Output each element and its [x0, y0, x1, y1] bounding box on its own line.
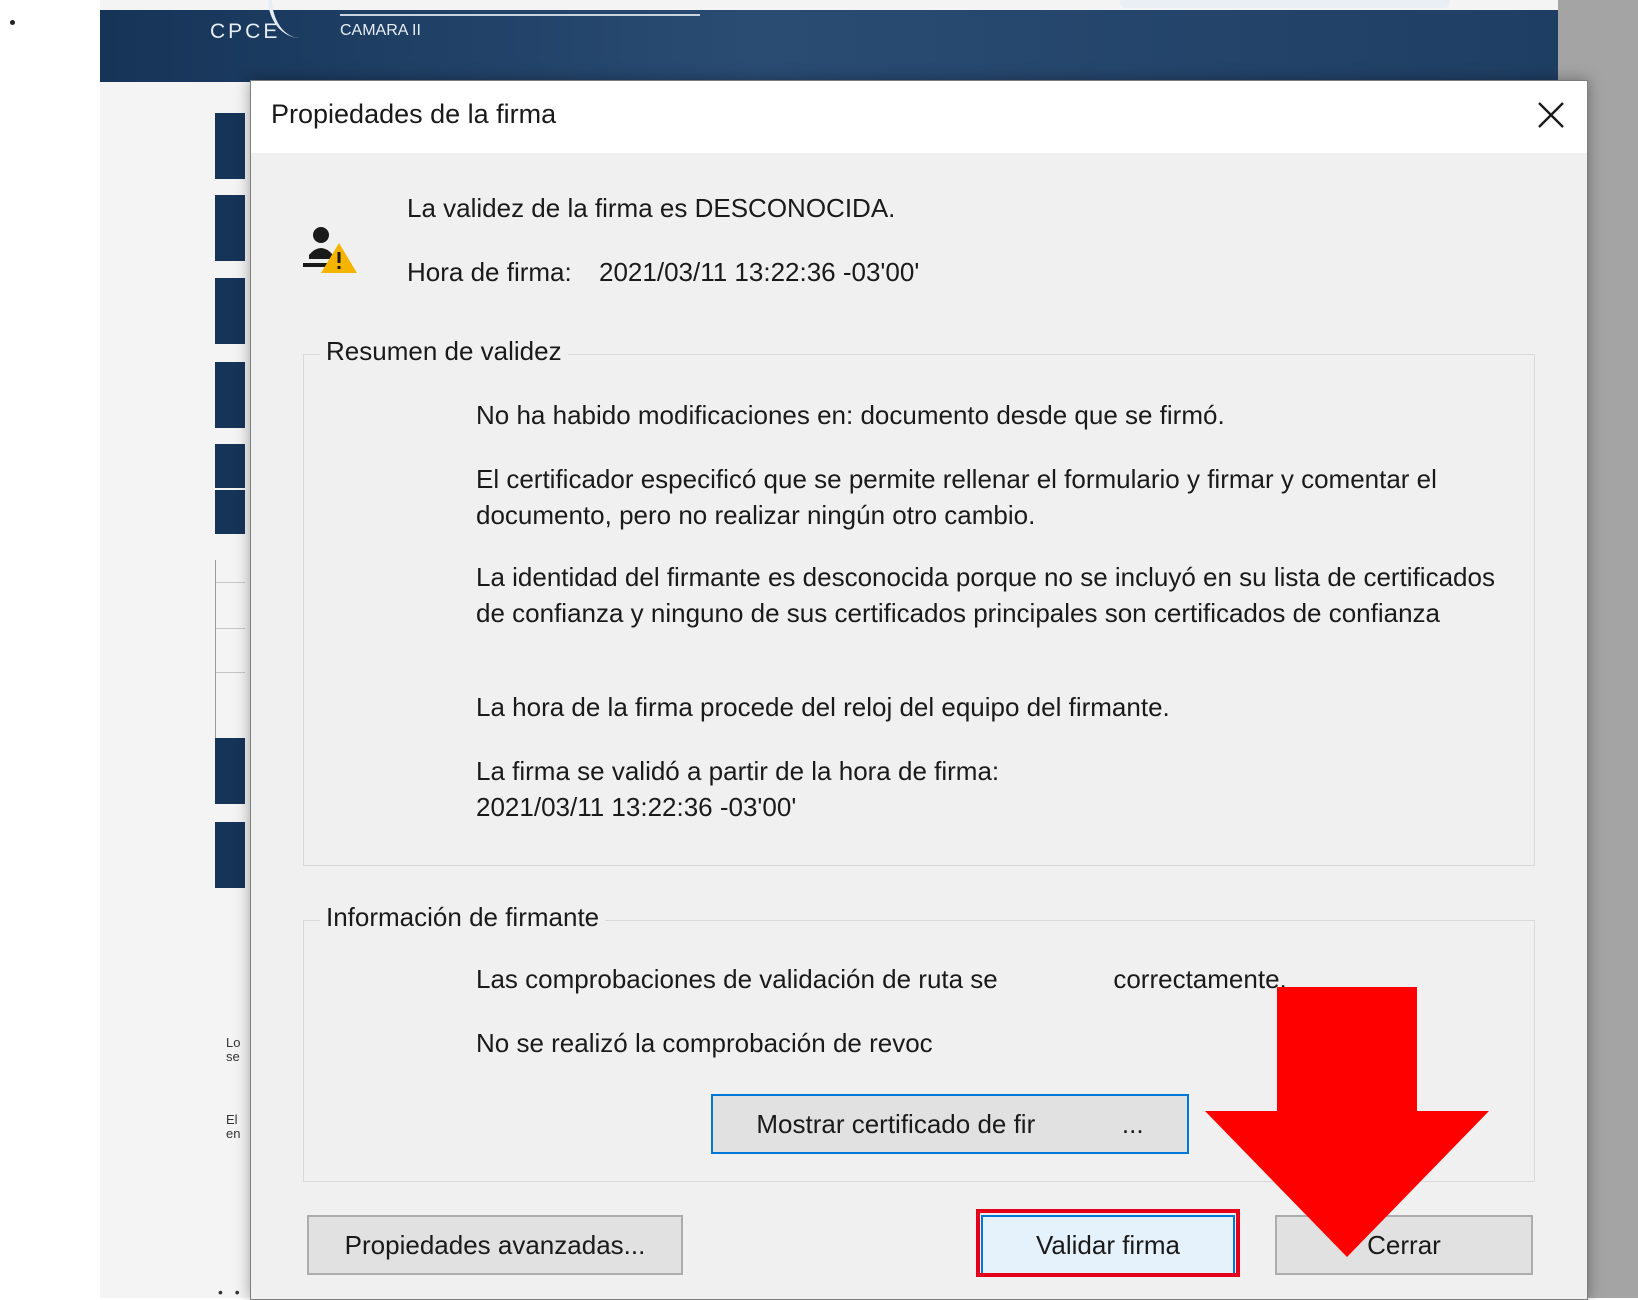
- document-nav-block: [215, 278, 245, 344]
- close-dialog-button[interactable]: Cerrar: [1275, 1215, 1533, 1275]
- show-certificate-label: Mostrar certificado de fir ...: [756, 1108, 1144, 1139]
- banner-subtitle: CAMARA II: [340, 22, 421, 39]
- signature-warning-icon: [303, 227, 357, 273]
- background-dot: [10, 20, 15, 25]
- validate-signature-button[interactable]: Validar firma: [981, 1215, 1235, 1275]
- advanced-properties-label: Propiedades avanzadas...: [344, 1229, 646, 1260]
- document-rule: [215, 582, 245, 583]
- signer-info-title: Información de firmante: [320, 902, 606, 933]
- summary-message: La hora de la firma procede del reloj de…: [476, 692, 1170, 722]
- banner-divider: [340, 14, 700, 16]
- document-nav-block: [215, 822, 245, 888]
- validity-summary-group: Resumen de validez No ha habido modifica…: [303, 336, 1535, 866]
- document-logo: CPCE: [210, 20, 281, 43]
- summary-message: No ha habido modificaciones en: document…: [476, 400, 1225, 430]
- document-nav-block: [215, 195, 245, 261]
- signer-message: Las comprobaciones de validación de ruta…: [476, 964, 1287, 994]
- document-text-fragment: se: [226, 1049, 240, 1064]
- document-nav-block: [215, 362, 245, 428]
- document-nav-block: [215, 444, 245, 488]
- summary-message: La firma se validó a partir de la hora d…: [476, 756, 1000, 822]
- summary-message: La identidad del firmante es desconocida…: [476, 562, 1495, 628]
- document-nav-block: [215, 113, 245, 179]
- close-dialog-label: Cerrar: [1367, 1229, 1441, 1260]
- dialog-title-bar[interactable]: Propiedades de la firma: [251, 81, 1587, 153]
- signature-properties-dialog: Propiedades de la firma La validez de la…: [250, 80, 1588, 1300]
- document-nav-block: [215, 738, 245, 804]
- show-certificate-button[interactable]: Mostrar certificado de fir ...: [711, 1094, 1189, 1154]
- document-rule: [215, 672, 245, 673]
- dialog-title: Propiedades de la firma: [271, 99, 557, 129]
- advanced-properties-button[interactable]: Propiedades avanzadas...: [307, 1215, 683, 1275]
- document-text-fragment: Lo: [226, 1035, 241, 1050]
- signature-status: La validez de la firma es DESCONOCIDA.: [407, 193, 896, 223]
- document-text-fragment: El: [226, 1112, 238, 1127]
- validity-summary-title: Resumen de validez: [320, 336, 568, 367]
- document-rule: [215, 628, 245, 629]
- document-nav-block: [215, 490, 245, 534]
- signing-time-value: 2021/03/11 13:22:36 -03'00': [599, 257, 920, 287]
- signing-time-label: Hora de firma:: [407, 257, 572, 287]
- document-vertical-rule: [215, 560, 216, 750]
- summary-message: El certificador especificó que se permit…: [476, 464, 1437, 530]
- close-button[interactable]: [1521, 85, 1581, 145]
- background-left-area: [0, 0, 100, 1298]
- banner-heading-fragment: [1120, 0, 1450, 8]
- signer-message: No se realizó la comprobación de revoc: [476, 1028, 933, 1058]
- document-text-fragment: en: [226, 1126, 241, 1141]
- validate-signature-label: Validar firma: [1035, 1229, 1180, 1260]
- close-icon: [1538, 102, 1564, 128]
